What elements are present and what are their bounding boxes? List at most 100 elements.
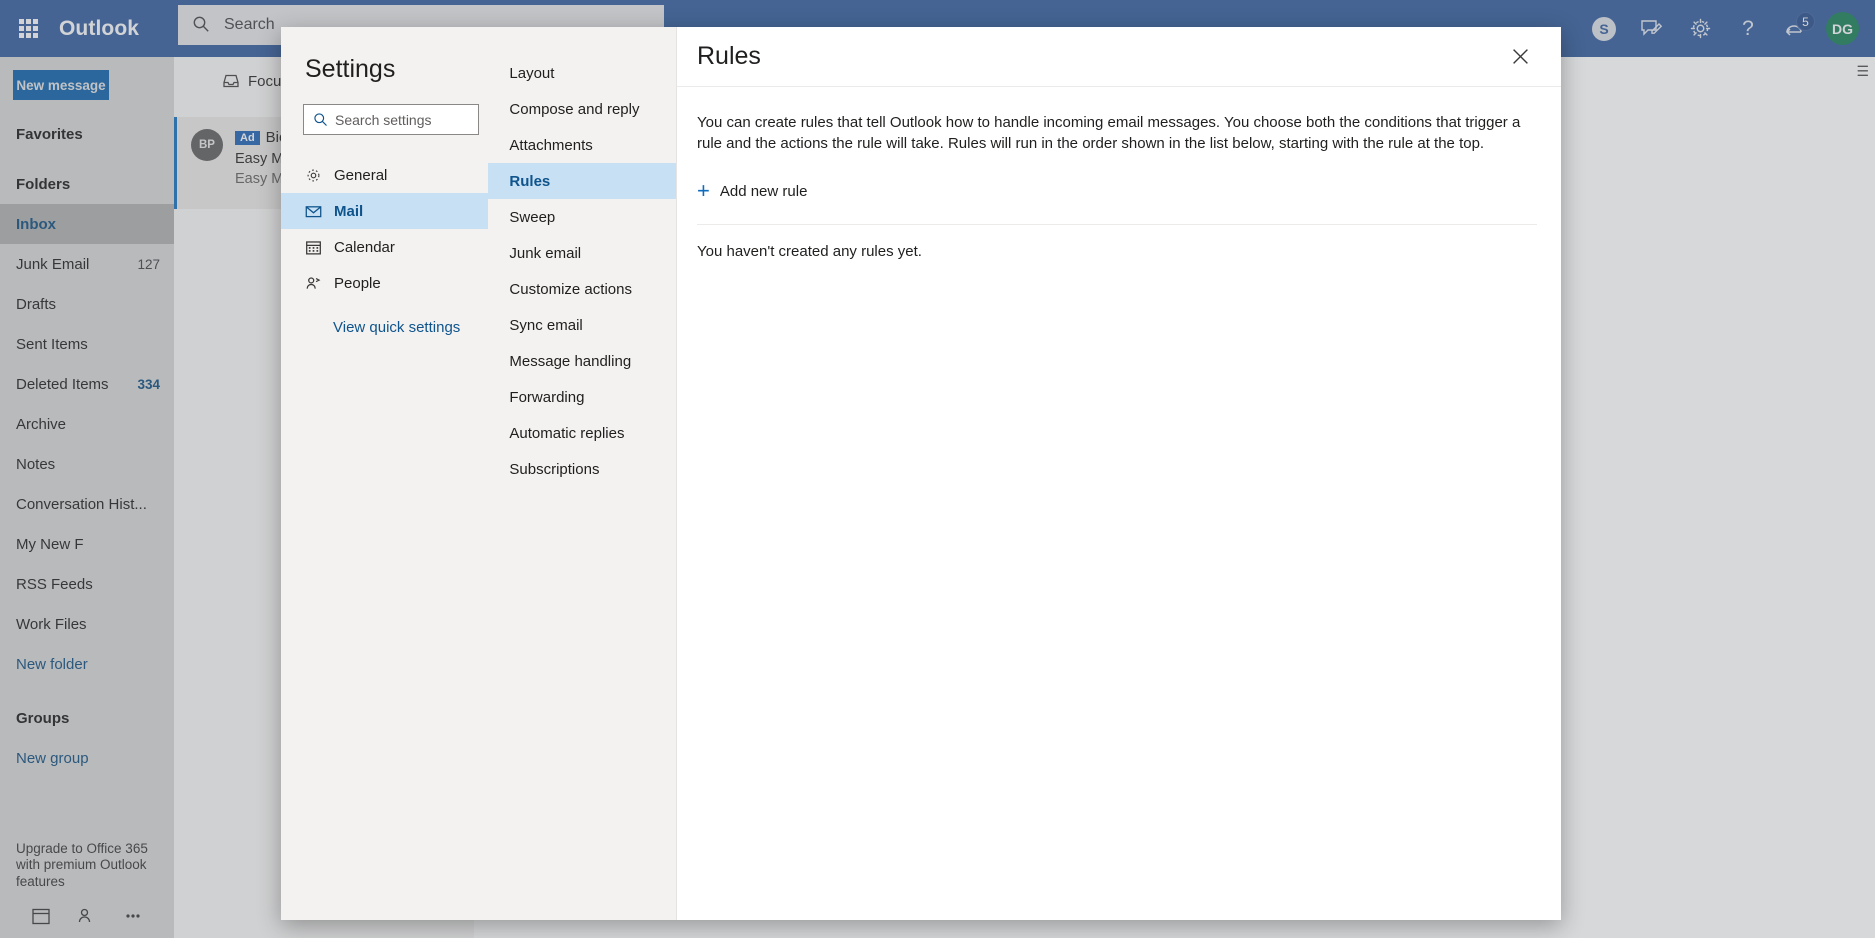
- focused-tab-label: Focu: [248, 72, 282, 90]
- new-group-label: New group: [16, 749, 89, 767]
- more-apps-icon[interactable]: [123, 906, 143, 931]
- settings-category-list: General Mail Calendar People: [281, 157, 489, 301]
- skype-icon[interactable]: S: [1580, 5, 1628, 52]
- settings-subitem-label: Automatic replies: [509, 424, 625, 442]
- settings-subitem-message-handling[interactable]: Message handling: [488, 343, 676, 379]
- pane-more-icon[interactable]: ☰: [1856, 63, 1869, 80]
- person-icon: [305, 275, 322, 292]
- sidebar-item-notes[interactable]: Notes: [0, 444, 174, 484]
- settings-category-calendar[interactable]: Calendar: [281, 229, 488, 265]
- app-brand-title[interactable]: Outlook: [57, 17, 139, 41]
- content-pane-title: Rules: [697, 42, 761, 70]
- settings-subitem-label: Rules: [509, 172, 551, 190]
- close-icon[interactable]: [1503, 40, 1537, 74]
- settings-search-input[interactable]: Search settings: [303, 104, 479, 135]
- calendar-icon[interactable]: [31, 906, 51, 931]
- settings-subitem-rules[interactable]: Rules: [488, 163, 676, 199]
- folder-label: Drafts: [16, 295, 57, 313]
- page-title: Settings: [305, 55, 396, 83]
- settings-category-label: Mail: [334, 202, 364, 220]
- ad-badge: Ad: [235, 130, 260, 145]
- settings-subitem-label: Forwarding: [509, 388, 585, 406]
- notifications-icon[interactable]: 5: [1772, 5, 1820, 52]
- add-new-rule-button[interactable]: + Add new rule: [697, 180, 807, 202]
- sidebar-item-work-files[interactable]: Work Files: [0, 604, 174, 644]
- settings-subitem-subscriptions[interactable]: Subscriptions: [488, 451, 676, 487]
- skype-glyph: S: [1592, 16, 1616, 41]
- settings-subitem-automatic-replies[interactable]: Automatic replies: [488, 415, 676, 451]
- search-placeholder-text: Search: [224, 16, 275, 33]
- settings-content-pane: Rules You can create rules that tell Out…: [677, 27, 1561, 920]
- settings-subitem-sweep[interactable]: Sweep: [488, 199, 676, 235]
- new-message-button[interactable]: New message: [13, 70, 109, 100]
- settings-subitem-junk-email[interactable]: Junk email: [488, 235, 676, 271]
- outlook-app: Outlook Search S ? 5 DG New message Favo…: [0, 0, 1875, 938]
- settings-subitem-label: Subscriptions: [509, 460, 600, 478]
- folder-label: Deleted Items: [16, 375, 109, 393]
- folders-header: Folders: [16, 175, 71, 193]
- favorites-header: Favorites: [16, 125, 83, 143]
- sidebar-item-sent-items[interactable]: Sent Items: [0, 324, 174, 364]
- settings-category-people[interactable]: People: [281, 265, 488, 301]
- inbox-icon: [222, 73, 240, 89]
- folder-label: Notes: [16, 455, 56, 473]
- sidebar-item-my-new-f[interactable]: My New F: [0, 524, 174, 564]
- folder-label: My New F: [16, 535, 84, 553]
- settings-subitem-sync-email[interactable]: Sync email: [488, 307, 676, 343]
- new-folder-button[interactable]: New folder: [0, 644, 174, 684]
- avatar[interactable]: DG: [1826, 12, 1859, 45]
- new-group-button[interactable]: New group: [0, 738, 174, 778]
- app-launcher-icon[interactable]: [0, 0, 57, 57]
- people-icon[interactable]: [77, 906, 97, 931]
- settings-category-label: People: [334, 274, 381, 292]
- settings-dialog: Settings Search settings General Mail Ca…: [281, 27, 1561, 920]
- settings-subitem-layout[interactable]: Layout: [488, 55, 676, 91]
- gear-icon[interactable]: [1676, 5, 1724, 52]
- avatar: BP: [191, 129, 223, 161]
- settings-subitem-label: Layout: [509, 64, 555, 82]
- sidebar-item-archive[interactable]: Archive: [0, 404, 174, 444]
- search-icon: [313, 112, 328, 127]
- settings-subitem-label: Attachments: [509, 136, 593, 154]
- settings-subitem-customize-actions[interactable]: Customize actions: [488, 271, 676, 307]
- folder-count: 127: [137, 256, 160, 272]
- folder-label: Junk Email: [16, 255, 90, 273]
- envelope-icon: [305, 203, 322, 220]
- sidebar-item-conversation-history[interactable]: Conversation Hist...: [0, 484, 174, 524]
- sidebar-item-drafts[interactable]: Drafts: [0, 284, 174, 324]
- settings-category-label: General: [334, 166, 388, 184]
- notification-count-badge: 5: [1796, 12, 1815, 31]
- settings-subitem-attachments[interactable]: Attachments: [488, 127, 676, 163]
- sidebar-item-inbox[interactable]: Inbox: [0, 204, 174, 244]
- rules-description: You can create rules that tell Outlook h…: [697, 114, 1521, 152]
- folder-label: Work Files: [16, 615, 87, 633]
- gear-icon: [305, 167, 322, 184]
- settings-category-general[interactable]: General: [281, 157, 488, 193]
- help-icon[interactable]: ?: [1724, 5, 1772, 52]
- sidebar-item-junk-email[interactable]: Junk Email 127: [0, 244, 174, 284]
- folder-count: 334: [137, 376, 160, 392]
- help-glyph: ?: [1742, 16, 1754, 40]
- divider: [697, 224, 1537, 225]
- add-new-rule-label: Add new rule: [719, 182, 808, 200]
- settings-subitem-label: Junk email: [509, 244, 582, 262]
- feedback-icon[interactable]: [1628, 5, 1676, 52]
- left-sidebar: New message Favorites Folders Inbox Junk…: [0, 57, 174, 938]
- content-pane-body: You can create rules that tell Outlook h…: [677, 87, 1561, 260]
- sidebar-item-deleted-items[interactable]: Deleted Items 334: [0, 364, 174, 404]
- plus-icon: +: [697, 178, 710, 203]
- settings-category-mail[interactable]: Mail: [281, 193, 489, 229]
- calendar-icon: [305, 239, 322, 256]
- sidebar-item-rss-feeds[interactable]: RSS Feeds: [0, 564, 174, 604]
- settings-search-placeholder: Search settings: [335, 111, 432, 128]
- settings-subitem-forwarding[interactable]: Forwarding: [488, 379, 676, 415]
- settings-subitem-label: Customize actions: [509, 280, 632, 298]
- folder-label: Archive: [16, 415, 67, 433]
- groups-header: Groups: [16, 709, 70, 727]
- settings-subitem-compose-and-reply[interactable]: Compose and reply: [488, 91, 676, 127]
- search-icon: [192, 15, 218, 35]
- view-quick-settings-link[interactable]: View quick settings: [281, 301, 488, 336]
- settings-subitem-label: Sync email: [509, 316, 583, 334]
- settings-category-label: Calendar: [334, 238, 395, 256]
- top-bar-actions: S ? 5 DG: [1580, 0, 1867, 57]
